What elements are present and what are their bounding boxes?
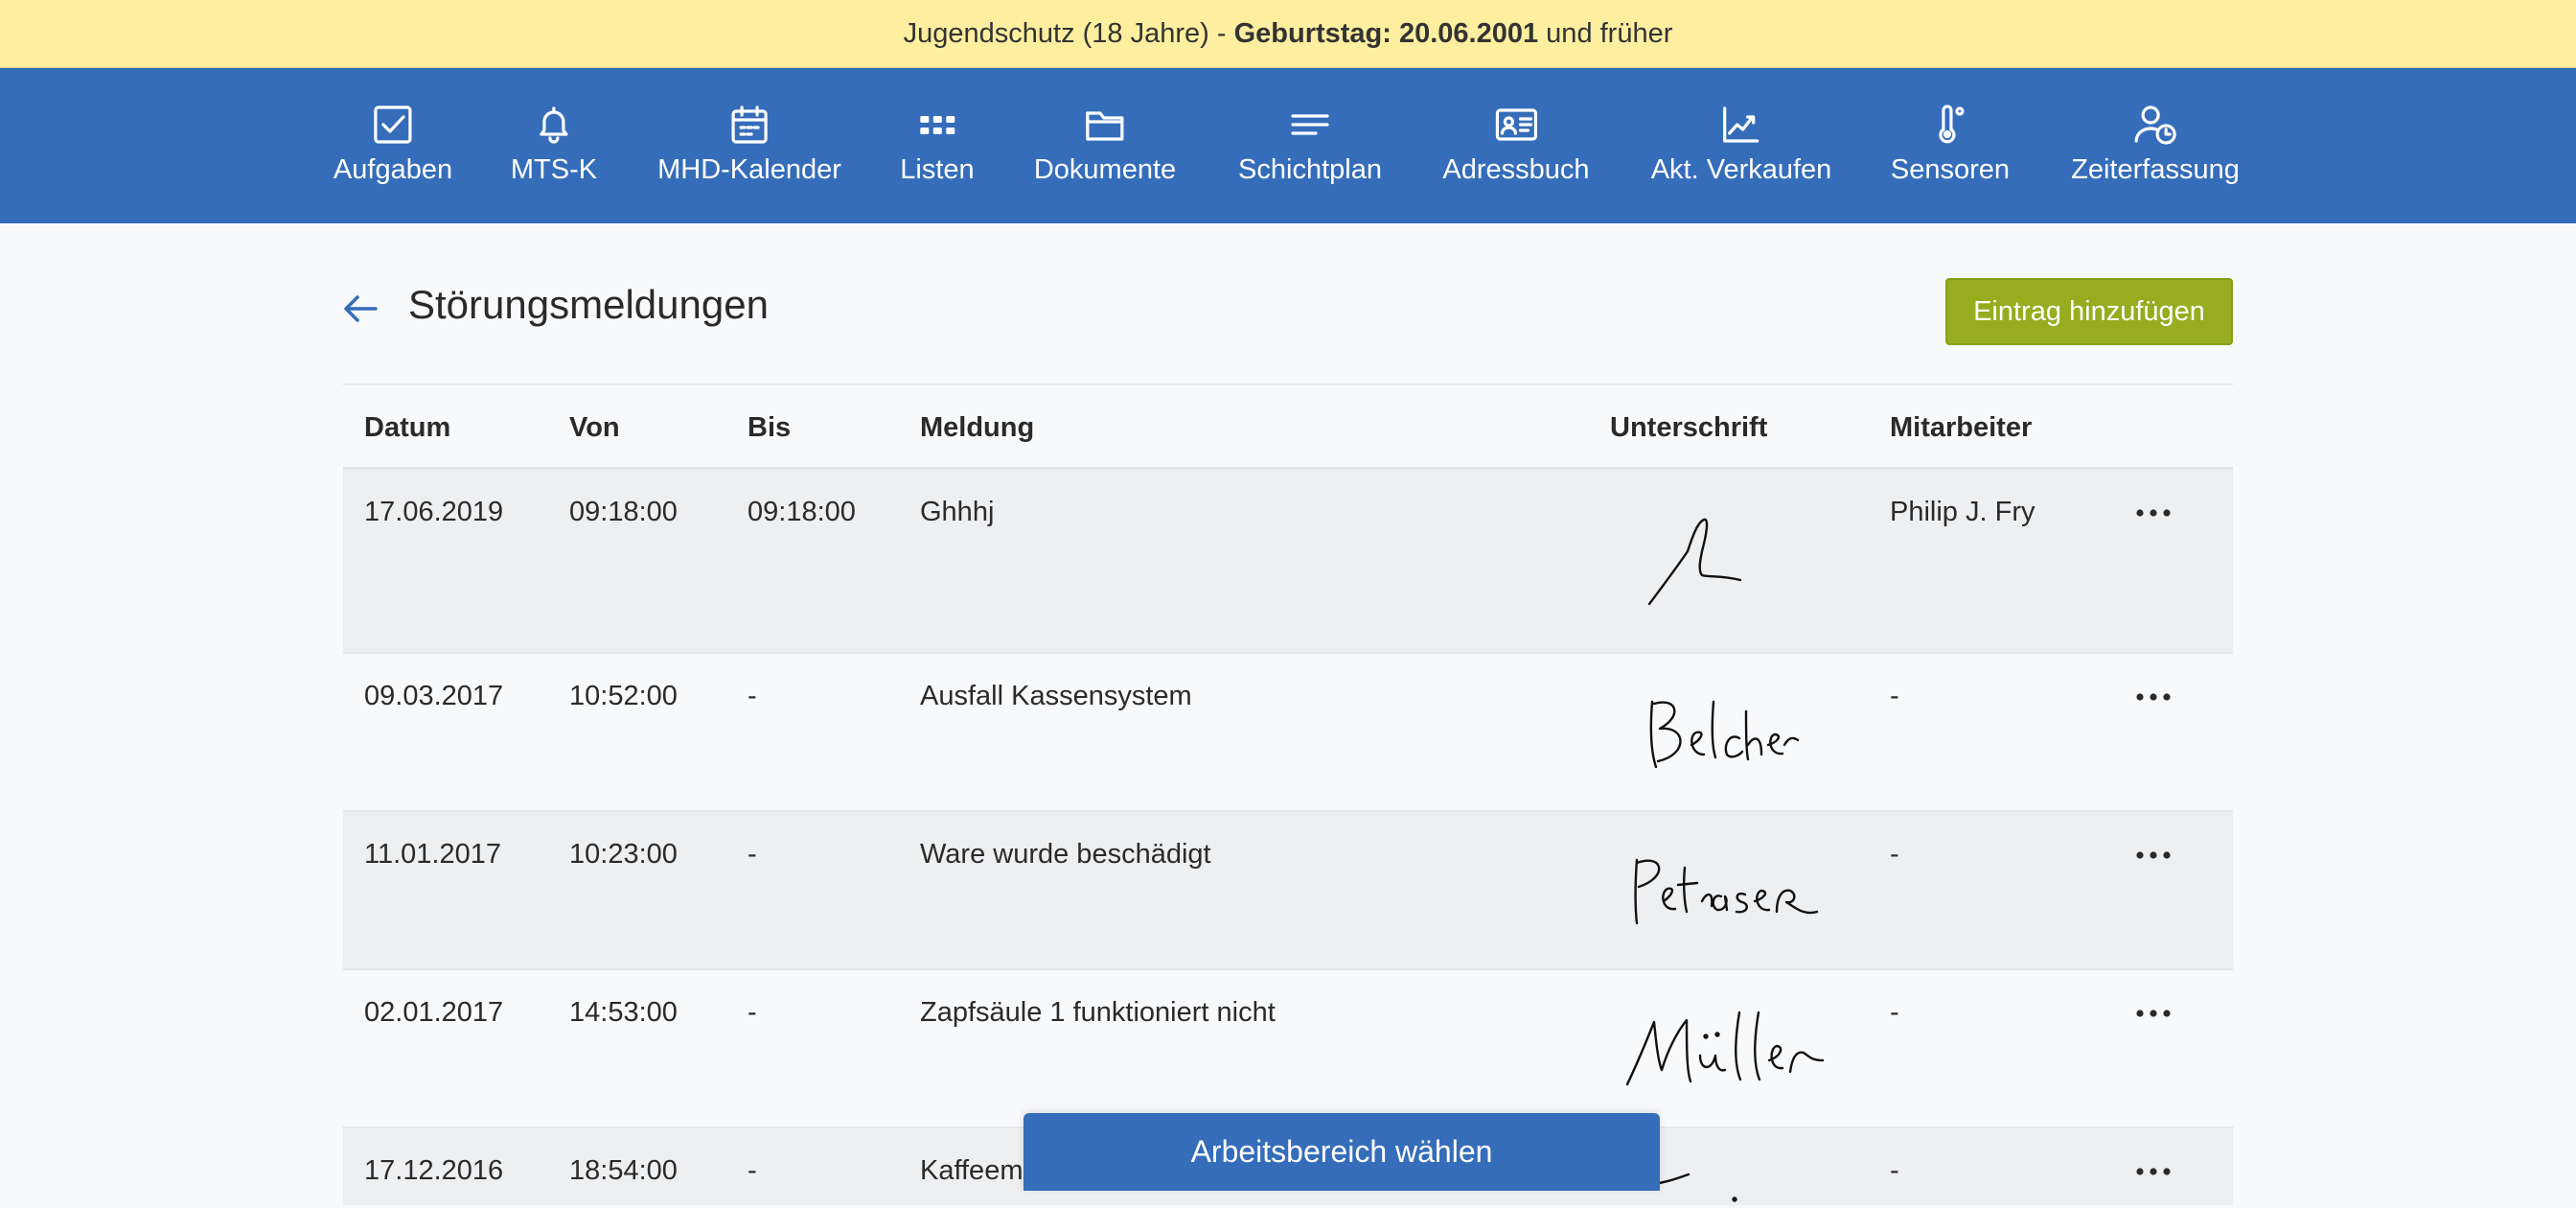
cell-meldung: Ausfall Kassensystem	[920, 681, 1192, 711]
nav-schichtplan[interactable]: Schichtplan	[1238, 103, 1382, 198]
nav-label: Listen	[900, 154, 975, 185]
cell-meldung: Ghhhj	[920, 497, 995, 527]
cell-mitarbeiter: -	[1890, 997, 1899, 1028]
nav-adressbuch[interactable]: Adressbuch	[1442, 103, 1590, 198]
cell-datum: 09.03.2017	[364, 681, 504, 711]
header-meldung: Meldung	[920, 412, 1035, 443]
checkbox-icon	[374, 105, 412, 144]
header-unterschrift: Unterschrift	[1610, 412, 1768, 443]
nav-zeiterfassung[interactable]: Zeiterfassung	[2071, 103, 2240, 198]
cell-bis: -	[748, 681, 757, 711]
nav-mhd-kalender[interactable]: MHD-Kalender	[657, 103, 841, 198]
nav-listen[interactable]: Listen	[900, 103, 975, 198]
signature-image	[1648, 1155, 1763, 1208]
cell-von: 14:53:00	[569, 997, 678, 1028]
cell-mitarbeiter: Philip J. Fry	[1890, 497, 2036, 527]
lines-icon	[1291, 114, 1329, 135]
bell-icon	[540, 106, 568, 144]
back-arrow-icon[interactable]	[341, 290, 380, 328]
table-row[interactable]: 02.01.2017 14:53:00 - Zapfsäule 1 funkti…	[343, 970, 2233, 1128]
banner-suffix: und früher	[1538, 17, 1673, 49]
cell-bis: -	[748, 839, 757, 870]
nav-dokumente[interactable]: Dokumente	[1034, 103, 1176, 198]
signature-image	[1644, 508, 1769, 618]
nav-label: Akt. Verkaufen	[1650, 154, 1832, 185]
cell-datum: 17.06.2019	[364, 497, 504, 527]
cell-bis: -	[748, 997, 757, 1028]
chart-icon	[1723, 106, 1760, 143]
cell-datum: 17.12.2016	[364, 1155, 504, 1186]
page-title: Störungsmeldungen	[408, 282, 769, 327]
table-row[interactable]: 17.06.2019 09:18:00 09:18:00 Ghhhj Phili…	[343, 470, 2233, 654]
cell-von: 10:23:00	[569, 839, 678, 870]
nav-mts-k[interactable]: MTS-K	[511, 103, 597, 198]
cell-meldung: Ware wurde beschädigt	[920, 839, 1211, 870]
contact-card-icon	[1495, 108, 1537, 141]
banner-prefix: Jugendschutz (18 Jahre) -	[903, 17, 1234, 49]
signature-image	[1639, 692, 1802, 783]
cell-mitarbeiter: -	[1890, 681, 1899, 711]
table-row[interactable]: 09.03.2017 10:52:00 - Ausfall Kassensyst…	[343, 654, 2233, 812]
folder-icon	[1086, 111, 1124, 141]
cell-von: 10:52:00	[569, 681, 678, 711]
cell-datum: 02.01.2017	[364, 997, 504, 1028]
nav-akt-verkaufen[interactable]: Akt. Verkaufen	[1650, 103, 1832, 198]
more-options-icon[interactable]	[2131, 683, 2175, 711]
cell-meldung: Zapfsäule 1 funktioniert nicht	[920, 997, 1276, 1028]
more-options-icon[interactable]	[2131, 999, 2175, 1028]
signature-image	[1625, 848, 1827, 940]
cell-von: 18:54:00	[569, 1155, 678, 1186]
nav-label: MHD-Kalender	[657, 154, 841, 185]
cell-mitarbeiter: -	[1890, 1155, 1899, 1186]
nav-label: Aufgaben	[333, 154, 453, 185]
header-mitarbeiter: Mitarbeiter	[1890, 412, 2033, 443]
table-row[interactable]: 11.01.2017 10:23:00 - Ware wurde beschäd…	[343, 812, 2233, 970]
page-header: Störungsmeldungen Eintrag hinzufügen	[341, 278, 2233, 355]
calendar-icon	[731, 105, 768, 144]
main-nav: Aufgaben MTS-K MHD-Kalender Listen Dokum…	[0, 68, 2576, 223]
nav-label: Sensoren	[1890, 154, 2011, 185]
thermometer-icon	[1939, 105, 1965, 144]
nav-label: Schichtplan	[1238, 154, 1382, 185]
cell-mitarbeiter: -	[1890, 839, 1899, 870]
select-workspace-button[interactable]: Arbeitsbereich wählen	[1024, 1113, 1660, 1191]
user-clock-icon	[2134, 105, 2176, 145]
signature-image	[1620, 1003, 1830, 1103]
cell-meldung: Kaffeem	[920, 1155, 1024, 1186]
age-restriction-banner: Jugendschutz (18 Jahre) - Geburtstag: 20…	[0, 0, 2576, 68]
header-datum: Datum	[364, 412, 451, 443]
incident-table: Datum Von Bis Meldung Unterschrift Mitar…	[343, 383, 2233, 1205]
header-bis: Bis	[748, 412, 792, 443]
more-options-icon[interactable]	[2131, 499, 2175, 527]
more-options-icon[interactable]	[2131, 1157, 2175, 1186]
nav-label: Dokumente	[1033, 154, 1177, 185]
nav-label: MTS-K	[510, 154, 598, 185]
grid-icon	[919, 116, 954, 134]
banner-birthday: Geburtstag: 20.06.2001	[1233, 17, 1539, 49]
nav-label: Zeiterfassung	[2071, 154, 2240, 185]
nav-sensoren[interactable]: Sensoren	[1891, 103, 2010, 198]
cell-datum: 11.01.2017	[364, 839, 501, 870]
cell-von: 09:18:00	[569, 497, 678, 527]
add-entry-button[interactable]: Eintrag hinzufügen	[1945, 278, 2233, 345]
cell-bis: 09:18:00	[748, 497, 856, 527]
more-options-icon[interactable]	[2131, 841, 2175, 870]
cell-bis: -	[748, 1155, 757, 1186]
nav-aufgaben[interactable]: Aufgaben	[334, 103, 452, 198]
header-von: Von	[569, 412, 620, 443]
table-header: Datum Von Bis Meldung Unterschrift Mitar…	[343, 383, 2233, 470]
nav-label: Adressbuch	[1442, 154, 1590, 185]
